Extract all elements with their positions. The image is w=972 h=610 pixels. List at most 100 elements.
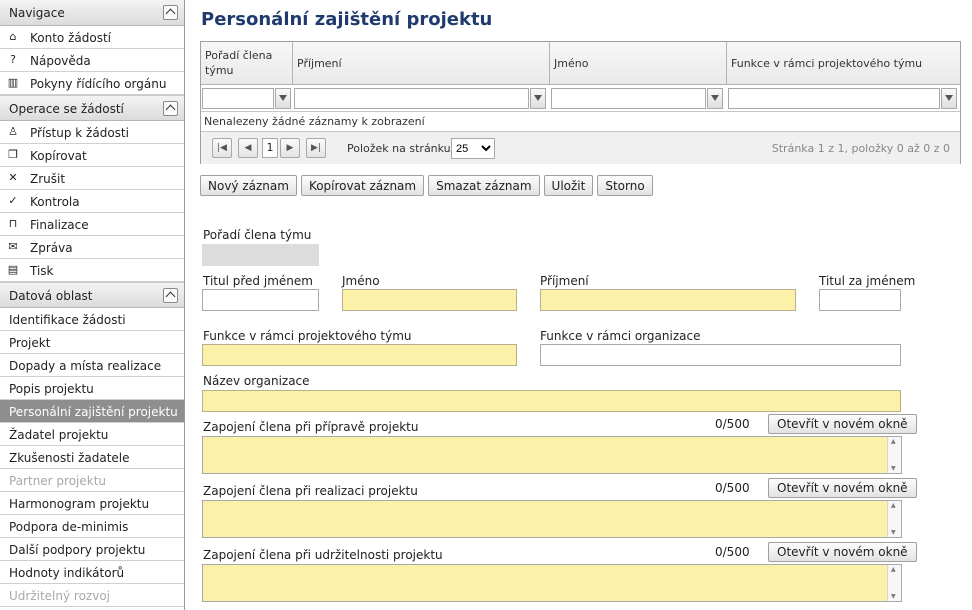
save-button[interactable]: Uložit: [543, 175, 594, 196]
sidebar-item-label: Finalizace: [30, 218, 89, 232]
sidebar-item-kopirovat[interactable]: ❐ Kopírovat: [0, 144, 184, 167]
sidebar-item-label: Harmonogram projektu: [9, 497, 150, 511]
sidebar-item-zrusit[interactable]: ✕ Zrušit: [0, 167, 184, 190]
prep-open-window-button[interactable]: Otevřít v novém okně: [768, 414, 917, 434]
prep-counter: 0/500: [715, 417, 750, 431]
impl-textarea[interactable]: [202, 500, 902, 538]
sidebar-item-dopady[interactable]: Dopady a místa realizace: [0, 354, 184, 377]
sidebar-item-zadatel[interactable]: Žadatel projektu: [0, 423, 184, 446]
first-name-label: Jméno: [342, 274, 380, 288]
sidebar-item-napoveda[interactable]: ? Nápověda: [0, 49, 184, 72]
column-header-surname[interactable]: Příjmení: [293, 42, 550, 84]
sidebar-item-zkusenosti[interactable]: Zkušenosti žadatele: [0, 446, 184, 469]
column-header-first-name[interactable]: Jméno: [550, 42, 727, 84]
sidebar-item-tisk[interactable]: ▤ Tisk: [0, 259, 184, 282]
scrollbar[interactable]: [887, 565, 901, 601]
filter-order-input[interactable]: [202, 87, 274, 109]
sidebar-item-harmonogram[interactable]: Harmonogram projektu: [0, 492, 184, 515]
sidebar-item-label: Přístup k žádosti: [30, 126, 129, 140]
sidebar-item-popis[interactable]: Popis projektu: [0, 377, 184, 400]
grid-header: Pořadí člena týmu Příjmení Jméno Funkce …: [201, 42, 960, 85]
sidebar-item-label: Další podpory projektu: [9, 543, 146, 557]
sidebar-item-label: Podpora de-minimis: [9, 520, 129, 534]
org-name-field[interactable]: [202, 390, 901, 412]
title-before-label: Titul před jménem: [203, 274, 313, 288]
data-section-header[interactable]: Datová oblast: [0, 282, 184, 308]
sidebar-item-kontrola[interactable]: ✓ Kontrola: [0, 190, 184, 213]
org-name-label: Název organizace: [203, 374, 310, 388]
column-header-order[interactable]: Pořadí člena týmu: [201, 42, 293, 84]
grid-empty-message: Nenalezeny žádné záznamy k zobrazení: [201, 112, 960, 132]
help-icon: ?: [10, 53, 16, 66]
sidebar-item-personalni[interactable]: Personální zajištění projektu: [0, 400, 184, 423]
operations-section-header[interactable]: Operace se žádostí: [0, 95, 184, 121]
filter-icon[interactable]: [275, 87, 291, 109]
team-members-grid: Pořadí člena týmu Příjmení Jméno Funkce …: [200, 41, 961, 164]
impl-open-window-button[interactable]: Otevřít v novém okně: [768, 478, 917, 498]
column-header-function[interactable]: Funkce v rámci projektového týmu: [727, 42, 960, 84]
sidebar-item-partner: Partner projektu: [0, 469, 184, 492]
next-page-icon[interactable]: ▶: [280, 138, 300, 158]
filter-function-input[interactable]: [728, 87, 940, 109]
page-size-select[interactable]: 25: [451, 138, 495, 159]
collapse-data-icon[interactable]: [163, 288, 178, 303]
sidebar-item-konto[interactable]: ⌂ Konto žádostí: [0, 26, 184, 49]
sidebar-item-deminimis[interactable]: Podpora de-minimis: [0, 515, 184, 538]
copy-record-button[interactable]: Kopírovat záznam: [300, 175, 425, 196]
sidebar-item-identifikace[interactable]: Identifikace žádosti: [0, 308, 184, 331]
filter-icon[interactable]: [707, 87, 723, 109]
collapse-operations-icon[interactable]: [163, 101, 178, 116]
impl-counter: 0/500: [715, 481, 750, 495]
last-page-icon[interactable]: ▶|: [306, 138, 326, 158]
prev-page-icon[interactable]: ◀: [238, 138, 258, 158]
collapse-navigation-icon[interactable]: [163, 5, 178, 20]
title-after-field[interactable]: [819, 289, 901, 311]
sidebar-item-label: Pokyny řídícího orgánu: [30, 77, 167, 91]
operations-section-title: Operace se žádostí: [9, 102, 124, 116]
sidebar-item-pokyny[interactable]: ▥ Pokyny řídícího orgánu: [0, 72, 184, 95]
sust-open-window-button[interactable]: Otevřít v novém okně: [768, 542, 917, 562]
sidebar-item-zprava[interactable]: ✉ Zpráva: [0, 236, 184, 259]
surname-field[interactable]: [540, 289, 796, 311]
sust-textarea[interactable]: [202, 564, 902, 602]
filter-icon[interactable]: [530, 87, 546, 109]
sidebar-item-finalizace[interactable]: ⊓ Finalizace: [0, 213, 184, 236]
sidebar-item-label: Nápověda: [30, 54, 91, 68]
page-info: Stránka 1 z 1, položky 0 až 0 z 0: [771, 142, 950, 155]
sidebar-item-pristup[interactable]: ♙ Přístup k žádosti: [0, 121, 184, 144]
sidebar-item-label: Popis projektu: [9, 382, 94, 396]
org-function-field[interactable]: [540, 344, 901, 366]
first-page-icon[interactable]: |◀: [212, 138, 232, 158]
new-record-button[interactable]: Nový záznam: [200, 175, 297, 196]
sidebar-item-projekt[interactable]: Projekt: [0, 331, 184, 354]
grid-pager: |◀ ◀ 1 ▶ ▶| Položek na stránku 25 Stránk…: [201, 132, 960, 164]
sidebar-item-label: Konto žádostí: [30, 31, 111, 45]
prep-textarea[interactable]: [202, 436, 902, 474]
first-name-field[interactable]: [342, 289, 517, 311]
surname-label: Příjmení: [540, 274, 589, 288]
filter-icon[interactable]: [941, 87, 957, 109]
project-function-field[interactable]: [202, 344, 517, 366]
sidebar-item-label: Identifikace žádosti: [9, 313, 126, 327]
order-field: [202, 244, 319, 266]
copy-icon: ❐: [8, 148, 18, 161]
book-icon: ▥: [7, 76, 19, 89]
sidebar-item-dalsi-podpory[interactable]: Další podpory projektu: [0, 538, 184, 561]
navigation-section-header[interactable]: Navigace: [0, 0, 184, 26]
lock-icon: ⊓: [8, 217, 18, 230]
page-title: Personální zajištění projektu: [201, 9, 493, 30]
filter-surname-input[interactable]: [294, 87, 529, 109]
current-page-input[interactable]: 1: [262, 138, 278, 158]
user-icon: ♙: [8, 125, 18, 138]
sidebar-item-indikatory[interactable]: Hodnoty indikátorů: [0, 561, 184, 584]
order-label: Pořadí člena týmu: [203, 228, 312, 242]
scrollbar[interactable]: [887, 501, 901, 537]
check-icon: ✓: [8, 194, 18, 207]
delete-record-button[interactable]: Smazat záznam: [428, 175, 540, 196]
cancel-button[interactable]: Storno: [597, 175, 653, 196]
title-before-field[interactable]: [202, 289, 319, 311]
filter-first-name-input[interactable]: [551, 87, 706, 109]
sidebar-item-label: Zpráva: [30, 241, 73, 255]
scrollbar[interactable]: [887, 437, 901, 473]
sidebar-item-label: Personální zajištění projektu: [9, 405, 178, 419]
